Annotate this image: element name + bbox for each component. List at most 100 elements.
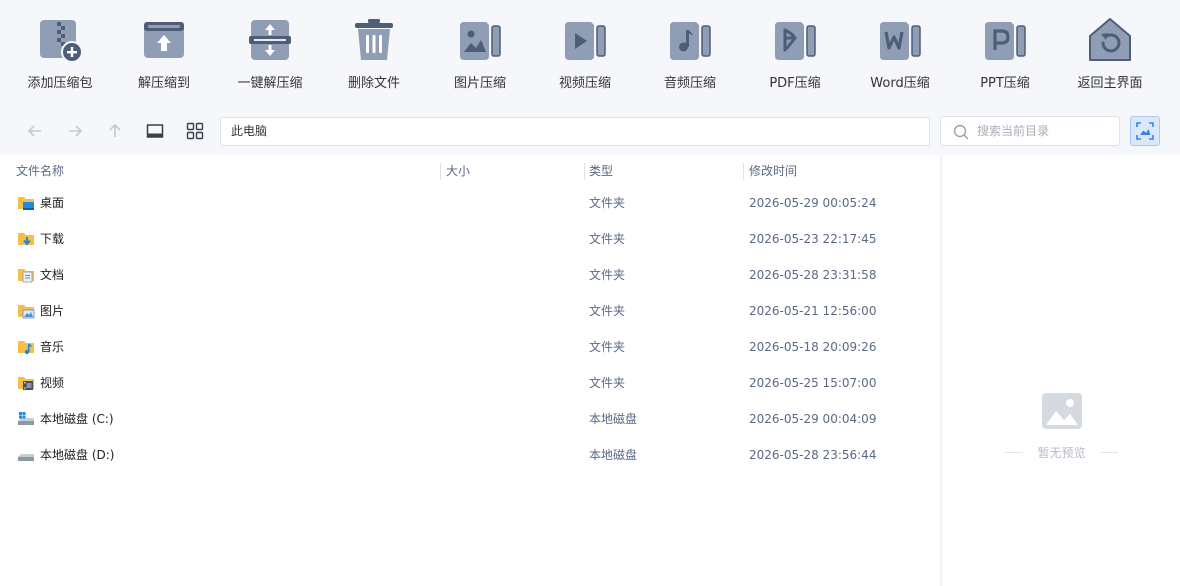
file-name: 文档: [40, 268, 65, 282]
pdf-compress-label: PDF压缩: [769, 76, 821, 91]
one-click-extract-icon: [249, 20, 291, 60]
up-button[interactable]: [102, 118, 128, 144]
file-type: 文件夹: [589, 376, 626, 390]
file-type: 文件夹: [589, 232, 626, 246]
drive-icon: [18, 454, 34, 461]
image-compress-icon: [460, 22, 501, 60]
file-name: 本地磁盘 (D:): [40, 448, 115, 462]
delete-file-label: 删除文件: [347, 76, 400, 91]
file-name: 视频: [40, 376, 65, 390]
file-type: 文件夹: [589, 196, 626, 210]
pictures-folder-icon: [18, 305, 35, 319]
file-type: 本地磁盘: [589, 448, 638, 462]
video-compress-button[interactable]: 视频压缩: [535, 16, 635, 96]
file-modified: 2026-05-29 00:04:09: [749, 412, 877, 426]
grid-view-button[interactable]: [182, 118, 208, 144]
file-type: 文件夹: [589, 268, 626, 282]
file-modified: 2026-05-29 00:05:24: [749, 196, 877, 210]
search-box[interactable]: [940, 116, 1120, 146]
music-folder-icon: [18, 341, 34, 355]
file-row-drive-c[interactable]: 本地磁盘 (C:) 本地磁盘 2026-05-29 00:04:09: [0, 401, 940, 437]
file-name: 本地磁盘 (C:): [40, 412, 114, 426]
file-modified: 2026-05-28 23:31:58: [749, 268, 877, 282]
file-name: 音乐: [40, 340, 65, 354]
trash-icon: [355, 19, 393, 60]
pdf-compress-icon: [775, 22, 816, 60]
pdf-compress-button[interactable]: PDF压缩: [745, 16, 845, 96]
file-type: 文件夹: [589, 304, 626, 318]
word-compress-label: Word压缩: [870, 76, 930, 91]
file-row-drive-d[interactable]: 本地磁盘 (D:) 本地磁盘 2026-05-28 23:56:44: [0, 437, 940, 473]
column-header-name[interactable]: 文件名称: [16, 155, 64, 187]
file-name: 下载: [40, 232, 65, 246]
image-placeholder-icon: [1042, 393, 1082, 429]
add-archive-label: 添加压缩包: [27, 76, 93, 91]
extract-to-button[interactable]: 解压缩到: [114, 16, 214, 96]
return-home-button[interactable]: 返回主界面: [1060, 16, 1160, 96]
column-header-modified[interactable]: 修改时间: [749, 155, 797, 187]
main-toolbar: 添加压缩包 解压缩到 一键解压缩 删除文件 图片压缩 视频压缩 音频压缩 PDF…: [0, 0, 1180, 110]
image-scan-icon: [1136, 122, 1154, 140]
detail-view-button[interactable]: [142, 118, 168, 144]
ppt-compress-icon: [985, 22, 1026, 60]
word-compress-button[interactable]: Word压缩: [850, 16, 950, 96]
preview-toggle-button[interactable]: [1130, 116, 1160, 146]
path-bar[interactable]: 此电脑: [220, 117, 930, 146]
file-list-pane: 文件名称 大小 类型 修改时间 桌面 文件夹 2026-05-29 00:05:…: [0, 155, 940, 586]
search-icon: [953, 124, 969, 140]
column-divider[interactable]: [584, 163, 585, 180]
file-modified: 2026-05-28 23:56:44: [749, 448, 877, 462]
column-divider[interactable]: [743, 163, 744, 180]
file-row-pictures[interactable]: 图片 文件夹 2026-05-21 12:56:00: [0, 293, 940, 329]
file-modified: 2026-05-18 20:09:26: [749, 340, 877, 354]
extract-to-icon: [144, 22, 184, 58]
preview-divider-right: [1100, 452, 1118, 453]
file-row-documents[interactable]: 文档 文件夹 2026-05-28 23:31:58: [0, 257, 940, 293]
ppt-compress-label: PPT压缩: [980, 76, 1030, 91]
file-name: 图片: [40, 304, 65, 318]
video-compress-label: 视频压缩: [558, 76, 611, 91]
grid-view-icon: [186, 122, 204, 140]
delete-file-button[interactable]: 删除文件: [324, 16, 424, 96]
file-row-music[interactable]: 音乐 文件夹 2026-05-18 20:09:26: [0, 329, 940, 365]
one-click-extract-button[interactable]: 一键解压缩: [220, 16, 320, 96]
preview-pane: 暂无预览: [941, 155, 1180, 586]
documents-folder-icon: [18, 269, 34, 283]
extract-to-label: 解压缩到: [137, 76, 190, 91]
file-modified: 2026-05-21 12:56:00: [749, 304, 877, 318]
system-drive-icon: [18, 412, 34, 425]
search-input[interactable]: [977, 122, 1113, 140]
file-row-downloads[interactable]: 下载 文件夹 2026-05-23 22:17:45: [0, 221, 940, 257]
navigation-bar: 此电脑: [0, 112, 1180, 152]
file-modified: 2026-05-23 22:17:45: [749, 232, 877, 246]
list-view-icon: [146, 124, 164, 138]
file-modified: 2026-05-25 15:07:00: [749, 376, 877, 390]
desktop-folder-icon: [18, 197, 34, 210]
arrow-up-icon: [109, 123, 121, 137]
audio-compress-button[interactable]: 音频压缩: [640, 16, 740, 96]
image-compress-button[interactable]: 图片压缩: [430, 16, 530, 96]
audio-compress-icon: [670, 22, 711, 60]
preview-empty-text: 暂无预览: [1037, 446, 1086, 460]
arrow-left-icon: [27, 125, 41, 137]
ppt-compress-button[interactable]: PPT压缩: [955, 16, 1055, 96]
file-row-videos[interactable]: 视频 文件夹 2026-05-25 15:07:00: [0, 365, 940, 401]
image-compress-label: 图片压缩: [453, 76, 506, 91]
add-archive-icon: [40, 20, 83, 63]
column-header-size[interactable]: 大小: [446, 155, 470, 187]
column-header-type[interactable]: 类型: [589, 155, 613, 187]
one-click-extract-label: 一键解压缩: [237, 76, 303, 91]
home-return-icon: [1089, 18, 1131, 61]
video-compress-icon: [565, 22, 606, 60]
file-type: 本地磁盘: [589, 412, 638, 426]
column-divider[interactable]: [440, 163, 441, 180]
add-archive-button[interactable]: 添加压缩包: [10, 16, 110, 96]
word-compress-icon: [880, 22, 921, 60]
downloads-folder-icon: [18, 233, 34, 246]
videos-folder-icon: [18, 377, 34, 390]
audio-compress-label: 音频压缩: [663, 76, 716, 91]
file-type: 文件夹: [589, 340, 626, 354]
back-button[interactable]: [22, 118, 48, 144]
forward-button[interactable]: [62, 118, 88, 144]
file-row-desktop[interactable]: 桌面 文件夹 2026-05-29 00:05:24: [0, 185, 940, 221]
